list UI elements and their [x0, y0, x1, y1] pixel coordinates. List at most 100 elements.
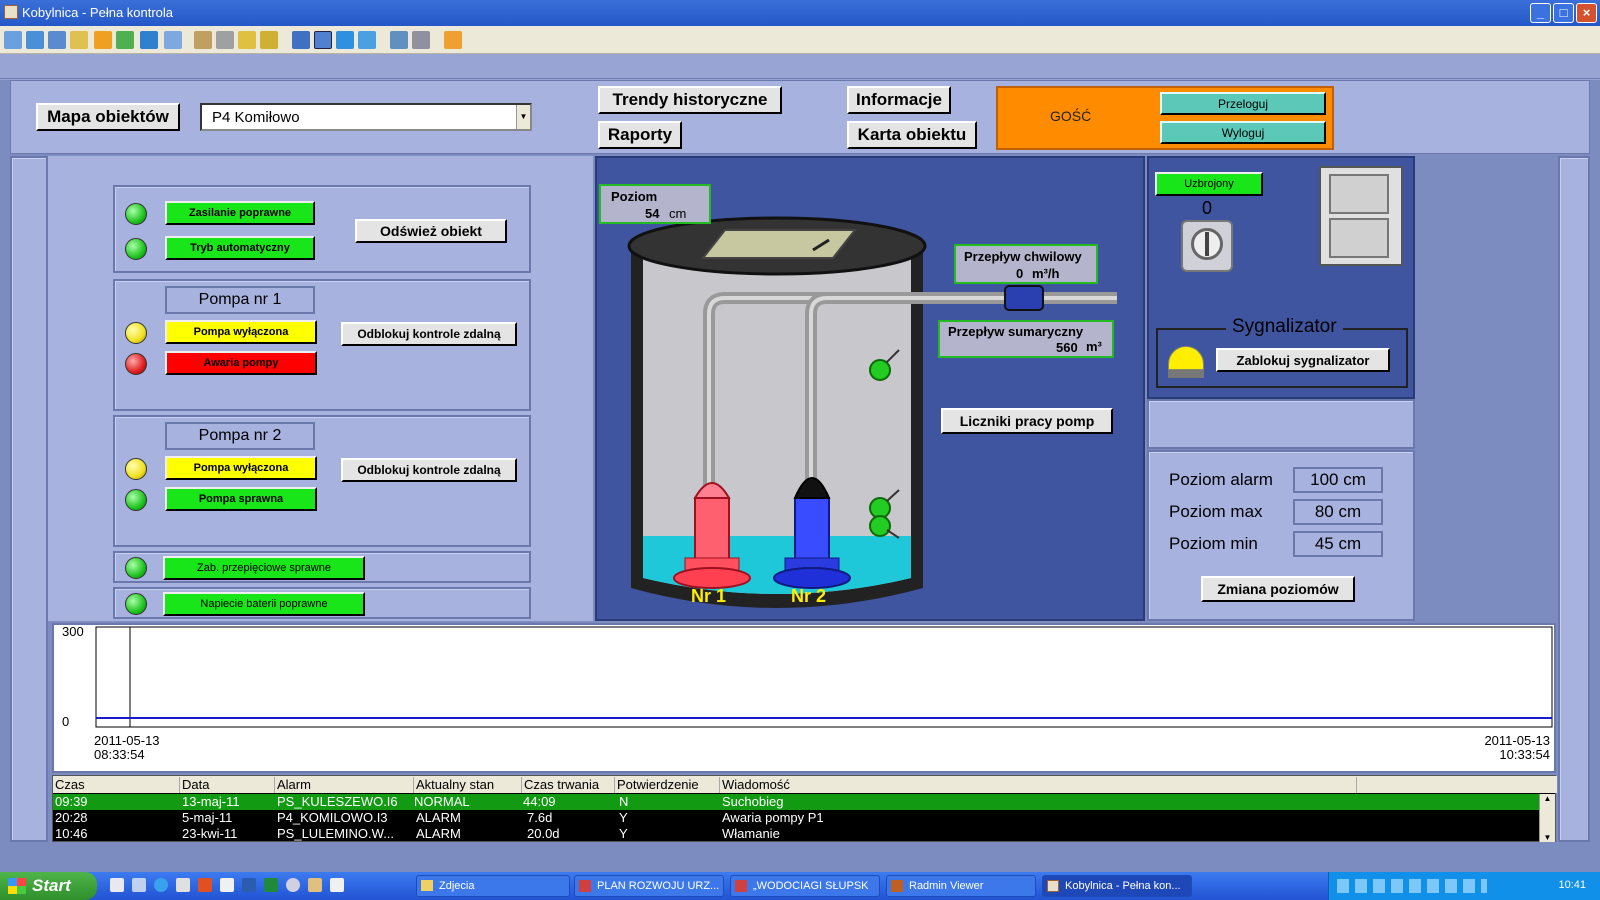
col-ack[interactable]: Potwierdzenie	[615, 777, 720, 793]
toolbar-icon[interactable]	[216, 31, 234, 49]
table-row[interactable]: 10:46 23-kwi-11 PS_LULEMINO.W... ALARM 2…	[53, 826, 1539, 841]
task-button[interactable]: „WODOCIAGI SŁUPSK	[730, 875, 880, 897]
exit-icon[interactable]	[444, 31, 462, 49]
task-label: PLAN ROZWOJU URZ...	[597, 880, 720, 892]
refresh-object-button[interactable]: Odśwież obiekt	[355, 219, 507, 243]
toolbar-icon[interactable]	[390, 31, 408, 49]
quick-launch-icon[interactable]	[176, 878, 190, 892]
pump1-state-lamp-icon	[125, 322, 147, 344]
quick-launch-icon[interactable]	[308, 878, 322, 892]
cell-date: 13-maj-11	[182, 794, 240, 809]
toolbar-icon[interactable]	[260, 31, 278, 49]
toolbar-icon[interactable]	[116, 31, 134, 49]
col-state[interactable]: Aktualny stan	[414, 777, 522, 793]
cell-message: Suchobieg	[722, 794, 784, 809]
cabinet-icon	[1319, 166, 1403, 266]
alarm-scrollbar[interactable]: ▲ ▼	[1539, 794, 1555, 842]
key-switch-icon[interactable]	[1181, 220, 1233, 272]
tray-icons[interactable]	[1337, 879, 1487, 893]
x-end-time: 10:33:54	[1499, 747, 1550, 762]
scroll-down-icon[interactable]: ▼	[1540, 833, 1555, 842]
toolbar-icon[interactable]	[70, 31, 88, 49]
pump1-fault: Awaria pompy	[165, 351, 317, 375]
pump-counters-button[interactable]: Liczniki pracy pomp	[941, 408, 1113, 434]
reports-button[interactable]: Raporty	[598, 121, 682, 149]
max-level-label: Poziom max	[1169, 502, 1263, 521]
level-unit: cm	[669, 206, 687, 221]
col-alarm[interactable]: Alarm	[275, 777, 414, 793]
toolbar-icon[interactable]	[292, 31, 310, 49]
toolbar-icon[interactable]	[314, 31, 332, 49]
system-tray: 10:41	[1328, 872, 1600, 900]
task-button[interactable]: Radmin Viewer	[886, 875, 1036, 897]
right-rail	[1558, 156, 1590, 842]
object-map-button[interactable]: Mapa obiektów	[36, 103, 180, 131]
col-date[interactable]: Data	[180, 777, 275, 793]
maximize-button[interactable]: □	[1553, 3, 1574, 23]
pump1-unlock-button[interactable]: Odblokuj kontrole zdalną	[341, 322, 517, 346]
clock: 10:41	[1558, 879, 1586, 891]
pump2-unlock-button[interactable]: Odblokuj kontrole zdalną	[341, 458, 517, 482]
start-button[interactable]: Start	[0, 872, 97, 900]
browser-icon[interactable]	[154, 878, 168, 892]
armed-count: 0	[1202, 198, 1213, 218]
toolbar-icon[interactable]	[48, 31, 66, 49]
relogin-button[interactable]: Przeloguj	[1160, 92, 1326, 115]
table-row[interactable]: 09:39 13-maj-11 PS_KULESZEWO.I6 NORMAL 4…	[53, 794, 1539, 810]
quick-launch	[106, 878, 406, 894]
pump2-fault: Pompa sprawna	[165, 487, 317, 511]
excel-icon[interactable]	[264, 878, 278, 892]
phone-icon[interactable]	[140, 31, 158, 49]
tools-icon[interactable]	[412, 31, 430, 49]
cell-time: 20:28	[55, 810, 88, 825]
quick-launch-icon[interactable]	[198, 878, 212, 892]
quick-launch-icon[interactable]	[220, 878, 234, 892]
toolbar-icon[interactable]	[94, 31, 112, 49]
object-card-button[interactable]: Karta obiektu	[847, 121, 977, 149]
historical-trends-button[interactable]: Trendy historyczne	[598, 86, 782, 114]
block-siren-button[interactable]: Zablokuj sygnalizator	[1216, 348, 1390, 372]
toolbar-icon[interactable]	[358, 31, 376, 49]
quick-launch-icon[interactable]	[132, 878, 146, 892]
quick-launch-icon[interactable]	[110, 878, 124, 892]
surge-status: Zab. przepięciowe sprawne	[163, 556, 365, 580]
app-icon	[1047, 880, 1059, 892]
toolbar-icon[interactable]	[238, 31, 256, 49]
toolbar-icon[interactable]	[164, 31, 182, 49]
float-switch-low-icon	[869, 515, 891, 537]
levels-panel: Poziom alarm 100 cm Poziom max 80 cm Poz…	[1147, 450, 1415, 621]
object-select[interactable]: P4 Komiłowo ▼	[200, 103, 532, 131]
quick-launch-icon[interactable]	[286, 878, 300, 892]
user-label: GOŚĆ	[1050, 108, 1092, 124]
toolbar-icon[interactable]	[26, 31, 44, 49]
minimize-button[interactable]: _	[1530, 3, 1551, 23]
col-time[interactable]: Czas	[53, 777, 180, 793]
toolbar-icon[interactable]	[194, 31, 212, 49]
change-levels-button[interactable]: Zmiana poziomów	[1201, 576, 1355, 602]
word-icon[interactable]	[242, 878, 256, 892]
table-row[interactable]: 20:28 5-maj-11 P4_KOMILOWO.I3 ALARM 7.6d…	[53, 810, 1539, 826]
toolbar-icon[interactable]	[336, 31, 354, 49]
task-button[interactable]: Zdjecia	[416, 875, 570, 897]
task-button[interactable]: Kobylnica - Pełna kon...	[1042, 875, 1192, 897]
y-tick-min: 0	[62, 714, 70, 729]
information-button[interactable]: Informacje	[847, 86, 951, 114]
quick-launch-icon[interactable]	[330, 878, 344, 892]
alarm-level-label: Poziom alarm	[1169, 470, 1273, 489]
col-duration[interactable]: Czas trwania	[522, 777, 615, 793]
toolbar-icon[interactable]	[4, 31, 22, 49]
cell-time: 10:46	[55, 826, 88, 841]
cell-alarm: PS_LULEMINO.W...	[277, 826, 395, 841]
close-button[interactable]: ×	[1576, 3, 1597, 23]
cell-date: 5-maj-11	[182, 810, 233, 825]
logout-button[interactable]: Wyloguj	[1160, 121, 1326, 144]
scroll-up-icon[interactable]: ▲	[1540, 794, 1555, 803]
pump1-state: Pompa wyłączona	[165, 320, 317, 344]
flow-label: Przepływ chwilowy	[964, 249, 1082, 264]
mode-lamp-icon	[125, 238, 147, 260]
object-select-value: P4 Komiłowo	[212, 109, 300, 126]
chevron-down-icon[interactable]: ▼	[516, 105, 530, 129]
task-button[interactable]: PLAN ROZWOJU URZ...	[574, 875, 724, 897]
trend-plot	[95, 626, 1553, 728]
col-message[interactable]: Wiadomość	[720, 777, 1357, 793]
